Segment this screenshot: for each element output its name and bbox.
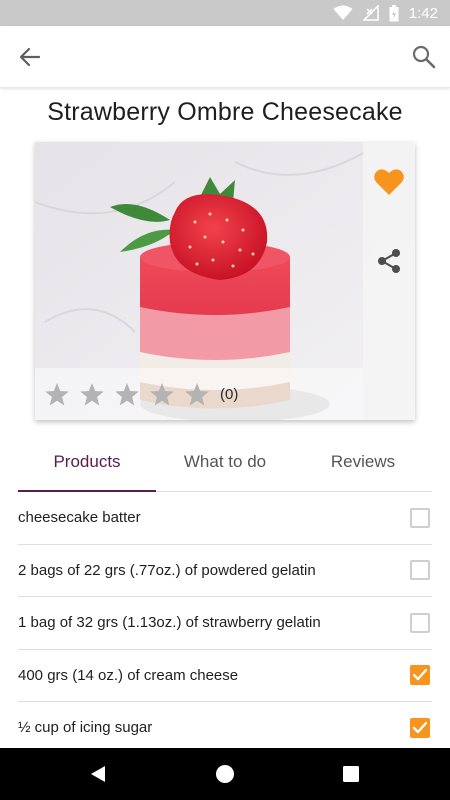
star-icon[interactable]	[179, 380, 214, 408]
heart-icon	[374, 169, 404, 195]
nav-recents-button[interactable]	[339, 762, 363, 786]
wifi-icon	[333, 5, 353, 20]
ingredients-list: cheesecake batter 2 bags of 22 grs (.77o…	[18, 492, 432, 755]
star-icon[interactable]	[109, 380, 144, 408]
app-bar	[0, 26, 450, 88]
status-time: 1:42	[408, 4, 438, 22]
image-actions-panel	[363, 142, 415, 420]
list-item[interactable]: ½ cup of icing sugar	[18, 702, 432, 755]
star-icon[interactable]	[144, 380, 179, 408]
star-icon[interactable]	[39, 380, 74, 408]
ingredient-checkbox[interactable]	[410, 612, 430, 633]
recipe-image: (0)	[35, 142, 415, 420]
ingredient-label: 1 bag of 32 grs (1.13oz.) of strawberry …	[18, 614, 321, 632]
ingredient-label: 400 grs (14 oz.) of cream cheese	[18, 666, 239, 684]
list-item[interactable]: 1 bag of 32 grs (1.13oz.) of strawberry …	[18, 597, 432, 650]
tab-what-to-do[interactable]: What to do	[156, 438, 294, 491]
tab-reviews[interactable]: Reviews	[294, 438, 432, 491]
square-recents-icon	[343, 766, 359, 782]
ingredient-label: cheesecake batter	[18, 509, 141, 527]
status-bar: 1:42	[0, 0, 450, 26]
ingredient-label: ½ cup of icing sugar	[18, 719, 153, 737]
arrow-back-icon	[19, 47, 41, 67]
share-button[interactable]	[369, 241, 409, 281]
cellular-signal-icon	[362, 5, 379, 21]
recipe-title: Strawberry Ombre Cheesecake	[47, 98, 403, 126]
triangle-back-icon	[91, 766, 105, 782]
rating-bar[interactable]: (0)	[35, 368, 363, 420]
checkmark-icon	[412, 669, 428, 681]
list-item[interactable]: cheesecake batter	[18, 492, 432, 545]
tab-products[interactable]: Products	[18, 438, 156, 492]
star-icon[interactable]	[74, 380, 109, 408]
search-button[interactable]	[410, 43, 438, 71]
list-item[interactable]: 2 bags of 22 grs (.77oz.) of powdered ge…	[18, 545, 432, 597]
rating-count: (0)	[220, 385, 239, 403]
checkmark-icon	[412, 721, 428, 733]
circle-home-icon	[216, 765, 234, 783]
list-item[interactable]: 400 grs (14 oz.) of cream cheese	[18, 650, 432, 702]
back-button[interactable]	[14, 43, 46, 71]
ingredient-label: 2 bags of 22 grs (.77oz.) of powdered ge…	[18, 561, 316, 579]
navigation-bar	[0, 748, 450, 800]
search-icon	[412, 45, 436, 69]
ingredient-checkbox[interactable]	[410, 560, 430, 581]
ingredient-checkbox[interactable]	[410, 717, 430, 738]
battery-icon	[389, 4, 399, 21]
share-icon	[378, 249, 400, 273]
favorite-button[interactable]	[369, 162, 409, 202]
ingredient-checkbox[interactable]	[410, 507, 430, 528]
ingredient-checkbox[interactable]	[410, 665, 430, 686]
nav-home-button[interactable]	[213, 762, 237, 786]
recipe-tabs: Products What to do Reviews	[18, 438, 432, 492]
nav-back-button[interactable]	[86, 762, 110, 786]
